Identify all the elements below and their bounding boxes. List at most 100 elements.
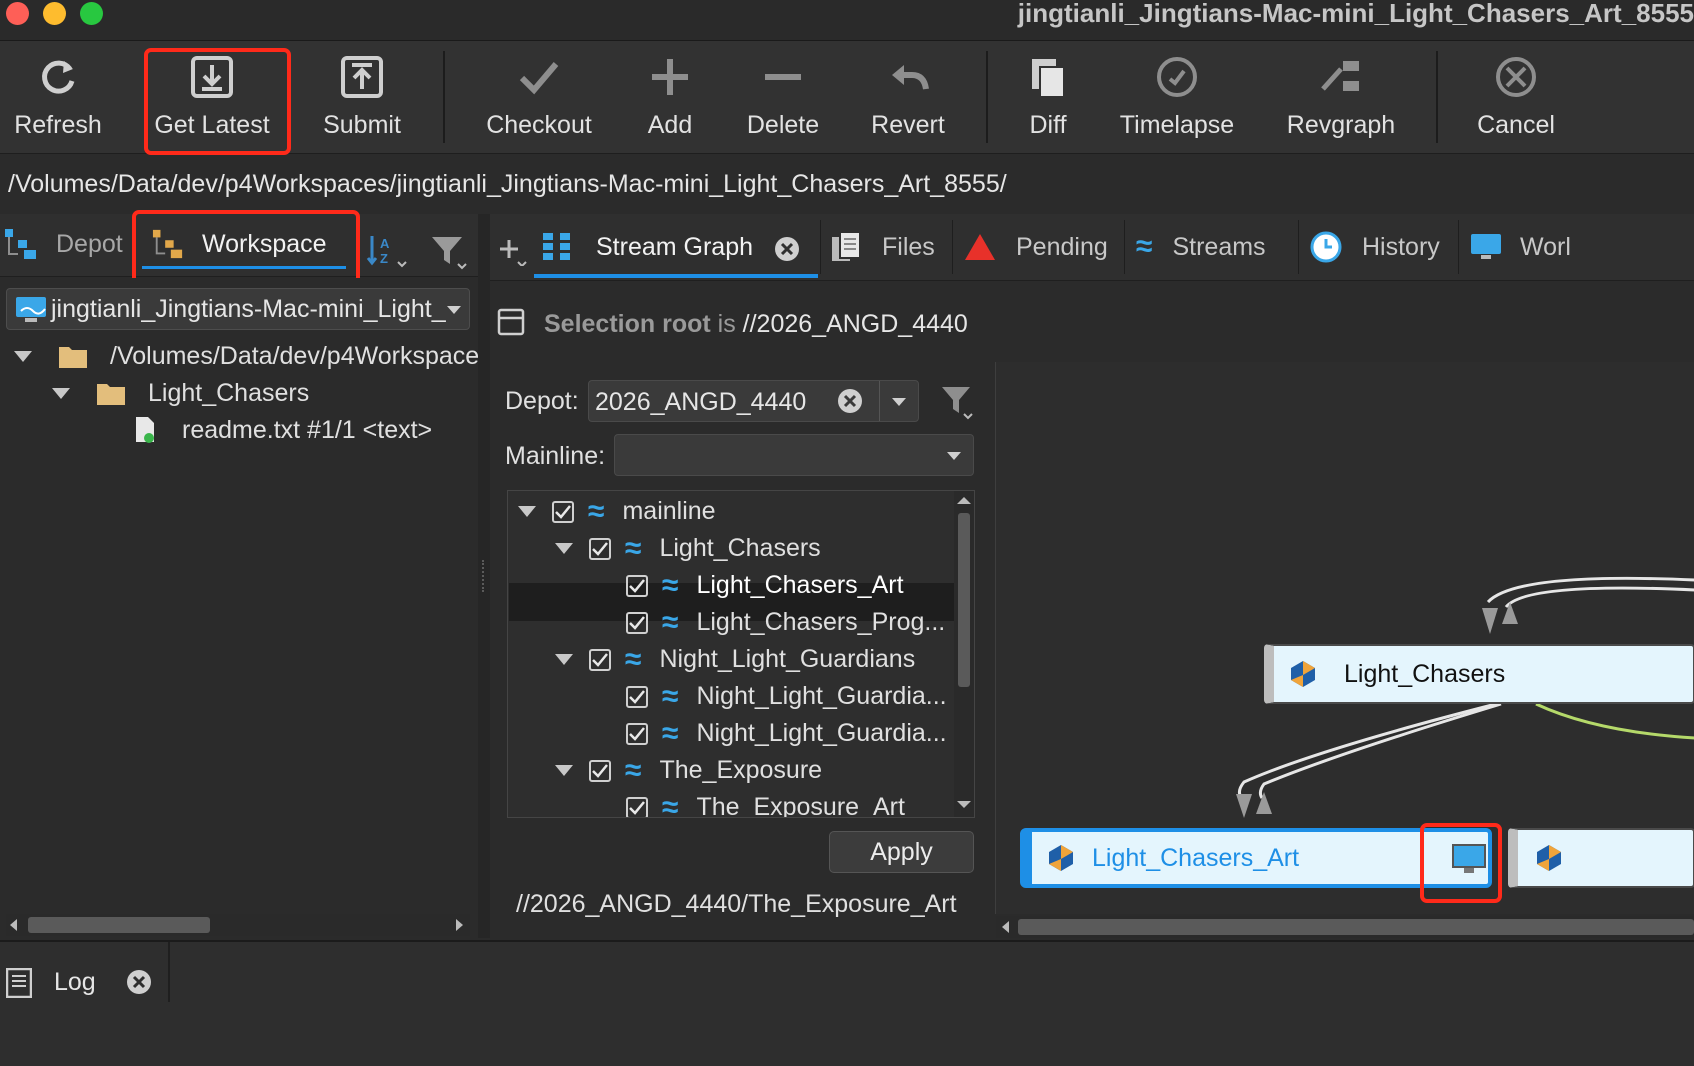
stream-row-selected[interactable]: ≈ Light_Chasers_Art [626,567,904,604]
checkbox[interactable] [589,759,611,782]
scroll-left-icon[interactable] [1002,921,1009,933]
right-tab-bar: Stream Graph Files Pending ≈ Streams His… [490,214,1694,281]
diff-button[interactable]: Diff [1008,49,1088,145]
cancel-button[interactable]: Cancel [1468,49,1564,145]
stream-node-light-chasers[interactable]: Light_Chasers [1264,644,1694,704]
checkbox[interactable] [626,722,648,745]
chevron-down-icon[interactable] [447,306,461,314]
delete-button[interactable]: Delete [738,49,828,145]
left-horizontal-scrollbar[interactable] [6,914,470,936]
tab-pending[interactable]: Pending [964,214,1108,280]
timelapse-button[interactable]: Timelapse [1112,49,1242,145]
tab-files[interactable]: Files [830,214,935,280]
expand-icon[interactable] [555,543,573,554]
tab-streams[interactable]: ≈ Streams [1136,214,1266,280]
scroll-left-icon[interactable] [10,919,17,931]
add-tab-icon[interactable] [498,236,528,271]
checkbox[interactable] [589,537,611,560]
stream-row[interactable]: ≈ Night_Light_Guardia... [626,715,947,752]
get-latest-highlight [144,48,291,155]
zoom-window-button[interactable] [80,2,103,25]
timelapse-icon [1155,49,1199,105]
workspace-selector[interactable]: jingtianli_Jingtians-Mac-mini_Light_ [6,288,470,330]
stream-row[interactable]: ≈ The_Exposure [555,752,822,789]
close-tab-icon[interactable] [774,236,800,269]
depot-icon [5,229,36,259]
workspace-path-field[interactable]: /Volumes/Data/dev/p4Workspaces/jingtianl… [8,170,1007,199]
checkbox[interactable] [626,796,648,817]
tab-stream-graph[interactable]: Stream Graph [534,214,816,280]
stream-icon: ≈ [662,790,679,818]
stream-node-icon [1537,845,1561,871]
tab-depot[interactable]: Depot [4,228,123,260]
tree-row-root[interactable]: /Volumes/Data/dev/p4Workspace [14,340,479,372]
expand-icon[interactable] [555,654,573,665]
clear-icon[interactable] [837,388,863,419]
selection-root-text: Selection root is //2026_ANGD_4440 [544,310,968,338]
checkbox[interactable] [552,500,574,523]
stream-row[interactable]: ≈ Night_Light_Guardians [555,641,915,678]
tab-history[interactable]: History [1310,214,1440,280]
tree-row-file[interactable]: readme.txt #1/1 <text> [134,414,432,446]
checkout-button[interactable]: Checkout [478,49,600,145]
mainline-select[interactable] [614,434,974,476]
checkbox[interactable] [626,611,648,634]
tab-workspaces[interactable]: Worl [1470,214,1571,280]
depot-select-value: 2026_ANGD_4440 [595,388,807,416]
checkbox[interactable] [589,648,611,671]
refresh-button[interactable]: Refresh [8,49,108,145]
stream-filter-icon[interactable] [940,384,976,425]
stream-graph-canvas[interactable]: Light_Chasers Light_Chasers_Art [995,362,1694,914]
selection-root-icon [497,308,525,341]
workspace-selector-value: jingtianli_Jingtians-Mac-mini_Light_ [51,295,446,323]
revgraph-icon [1319,49,1363,105]
checkbox[interactable] [626,685,648,708]
scrollbar-thumb[interactable] [958,513,970,687]
graph-horizontal-scrollbar[interactable] [996,916,1694,938]
panel-splitter[interactable] [478,214,490,938]
scroll-down-icon[interactable] [957,801,971,808]
stream-row[interactable]: ≈ Night_Light_Guardia... [626,678,947,715]
filter-icon[interactable] [430,234,470,275]
sort-icon[interactable]: AZ [366,232,410,273]
apply-button[interactable]: Apply [829,831,974,873]
submit-button[interactable]: Submit [312,49,412,145]
expand-icon[interactable] [518,506,536,517]
stream-row[interactable]: ≈ mainline [518,493,716,530]
checkbox[interactable] [626,574,648,597]
tree-row-folder[interactable]: Light_Chasers [52,377,309,409]
close-window-button[interactable] [6,2,29,25]
add-button[interactable]: Add [630,49,710,145]
cancel-icon [1494,49,1538,105]
plus-icon [648,49,692,105]
close-tab-icon[interactable] [126,969,152,1000]
stream-row[interactable]: ≈ The_Exposure_Art [626,789,905,818]
workspace-tab-highlight [132,210,360,286]
stream-row[interactable]: ≈ Light_Chasers_Prog... [626,604,945,641]
scroll-right-icon[interactable] [456,919,463,931]
stream-icon: ≈ [625,642,642,676]
depot-select[interactable]: 2026_ANGD_4440 [588,380,919,422]
chevron-down-icon[interactable] [947,452,961,460]
scroll-up-icon[interactable] [957,497,971,504]
tab-log[interactable]: Log [54,968,96,997]
stream-row[interactable]: ≈ Light_Chasers [555,530,821,567]
tab-separator [1124,220,1125,274]
stream-node-next[interactable] [1508,828,1694,888]
mainline-label: Mainline: [505,442,606,470]
stream-tree-scrollbar[interactable] [954,491,974,817]
expand-icon[interactable] [14,350,32,362]
minimize-window-button[interactable] [43,2,66,25]
checkmark-icon [517,49,561,105]
revgraph-button[interactable]: Revgraph [1280,49,1402,145]
window-title: jingtianli_Jingtians-Mac-mini_Light_Chas… [1017,0,1694,28]
bottom-panel: Log [0,940,1694,1066]
splitter-grip [482,560,486,592]
stream-icon: ≈ [662,679,679,713]
scrollbar-thumb[interactable] [28,917,210,933]
chevron-down-icon[interactable] [892,398,906,406]
expand-icon[interactable] [52,387,70,399]
scrollbar-thumb[interactable] [1018,919,1694,935]
expand-icon[interactable] [555,765,573,776]
revert-button[interactable]: Revert [860,49,956,145]
